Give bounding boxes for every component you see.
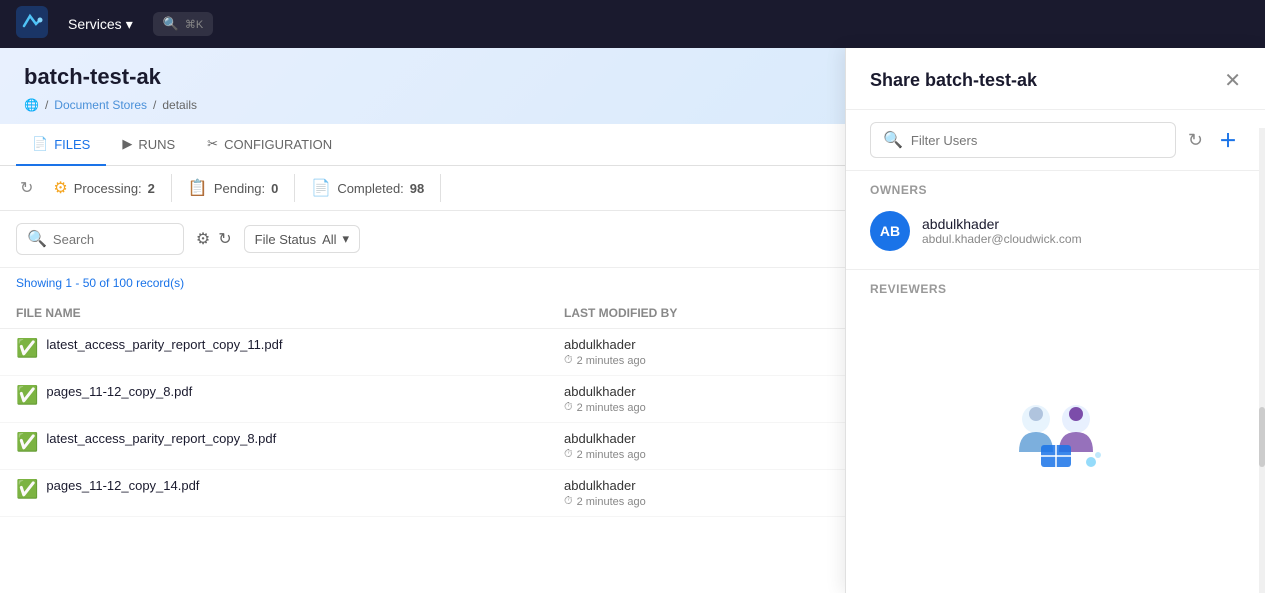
- top-navigation: Services ▾ 🔍 ⌘K: [0, 0, 1265, 48]
- breadcrumb-separator-2: /: [153, 98, 156, 112]
- reviewers-section-label: Reviewers: [846, 269, 1265, 300]
- pending-label: Pending:: [214, 181, 265, 196]
- completed-label: Completed:: [337, 181, 403, 196]
- pending-stat: 📋 Pending: 0: [172, 174, 295, 202]
- share-panel: Share batch-test-ak ✕ 🔍 ↻ ＋ Owners AB ab…: [845, 48, 1265, 593]
- avatar: AB: [870, 211, 910, 251]
- scrollbar-track[interactable]: [1259, 128, 1265, 593]
- tab-files[interactable]: 📄 FILES: [16, 124, 106, 166]
- chevron-down-icon: ▾: [126, 16, 133, 33]
- status-icon: ✅: [16, 338, 38, 359]
- reviewers-illustration: [846, 300, 1265, 593]
- sync-button[interactable]: ↻: [1184, 126, 1207, 155]
- processing-stat: ⚙ Processing: 2: [37, 174, 172, 202]
- status-icon: ✅: [16, 479, 38, 500]
- filter-icons: ⚙ ↻: [196, 229, 232, 249]
- completed-count: 98: [410, 181, 424, 196]
- file-name-cell: ✅ pages_11-12_copy_8.pdf: [16, 384, 564, 406]
- filter-users-input[interactable]: [911, 133, 1163, 148]
- services-label: Services: [68, 16, 122, 32]
- clock-icon: ⏱: [564, 354, 573, 367]
- breadcrumb-document-stores[interactable]: Document Stores: [54, 98, 147, 112]
- owner-email: abdul.khader@cloudwick.com: [922, 232, 1082, 246]
- file-name-cell: ✅ latest_access_parity_report_copy_8.pdf: [16, 431, 564, 453]
- completed-icon: 📄: [311, 178, 331, 198]
- search-icon: 🔍: [883, 130, 903, 150]
- clock-icon: ⏱: [564, 495, 573, 508]
- refresh-icon[interactable]: ↻: [218, 229, 231, 249]
- share-panel-header: Share batch-test-ak ✕: [846, 48, 1265, 110]
- breadcrumb-separator-1: /: [45, 98, 48, 112]
- logo[interactable]: [16, 6, 48, 43]
- pending-icon: 📋: [188, 178, 208, 198]
- processing-count: 2: [148, 181, 155, 196]
- home-icon[interactable]: 🌐: [24, 98, 39, 112]
- runs-tab-label: RUNS: [138, 137, 175, 152]
- runs-tab-icon: ▶: [122, 136, 132, 152]
- refresh-button[interactable]: ↻: [16, 174, 37, 202]
- chevron-down-icon: ▾: [343, 231, 350, 247]
- tab-runs[interactable]: ▶ RUNS: [106, 124, 191, 166]
- file-search-input[interactable]: [53, 232, 173, 247]
- add-user-button[interactable]: ＋: [1215, 123, 1241, 157]
- configuration-tab-icon: ✂: [207, 136, 218, 152]
- services-dropdown[interactable]: Services ▾: [60, 12, 141, 37]
- share-title: Share batch-test-ak: [870, 70, 1037, 91]
- status-icon: ✅: [16, 385, 38, 406]
- file-name-cell: ✅ pages_11-12_copy_14.pdf: [16, 478, 564, 500]
- main-layout: batch-test-ak 🌐 / Document Stores / deta…: [0, 48, 1265, 593]
- filter-users-wrap[interactable]: 🔍: [870, 122, 1176, 158]
- owner-name: abdulkhader: [922, 216, 1082, 232]
- file-name-text: pages_11-12_copy_14.pdf: [46, 478, 199, 493]
- file-name-cell: ✅ latest_access_parity_report_copy_11.pd…: [16, 337, 564, 359]
- tab-configuration[interactable]: ✂ CONFIGURATION: [191, 124, 348, 166]
- clock-icon: ⏱: [564, 448, 573, 461]
- completed-stat: 📄 Completed: 98: [295, 174, 441, 202]
- owner-info: abdulkhader abdul.khader@cloudwick.com: [922, 216, 1082, 246]
- breadcrumb-current: details: [162, 98, 197, 112]
- file-search-wrap[interactable]: 🔍: [16, 223, 184, 255]
- status-filter-value: All: [322, 232, 336, 247]
- scrollbar-thumb[interactable]: [1259, 407, 1265, 467]
- files-tab-icon: 📄: [32, 136, 48, 152]
- file-name-text: latest_access_parity_report_copy_11.pdf: [46, 337, 282, 352]
- owner-row: AB abdulkhader abdul.khader@cloudwick.co…: [846, 201, 1265, 261]
- search-icon: 🔍: [163, 16, 179, 32]
- configuration-tab-label: CONFIGURATION: [224, 137, 332, 152]
- file-name-text: latest_access_parity_report_copy_8.pdf: [46, 431, 276, 446]
- processing-label: Processing:: [74, 181, 142, 196]
- clock-icon: ⏱: [564, 401, 573, 414]
- pending-count: 0: [271, 181, 278, 196]
- file-name-text: pages_11-12_copy_8.pdf: [46, 384, 192, 399]
- col-filename: File Name: [16, 306, 564, 320]
- share-toolbar: 🔍 ↻ ＋: [846, 110, 1265, 171]
- global-search[interactable]: 🔍 ⌘K: [153, 12, 214, 36]
- search-icon: 🔍: [27, 229, 47, 249]
- processing-icon: ⚙: [53, 178, 67, 198]
- owners-section-label: Owners: [846, 171, 1265, 201]
- filter-icon[interactable]: ⚙: [196, 229, 210, 249]
- status-filter-label: File Status: [255, 232, 316, 247]
- files-tab-label: FILES: [54, 137, 90, 152]
- search-shortcut: ⌘K: [185, 18, 203, 31]
- status-icon: ✅: [16, 432, 38, 453]
- close-button[interactable]: ✕: [1224, 68, 1241, 93]
- status-filter[interactable]: File Status All ▾: [244, 225, 360, 253]
